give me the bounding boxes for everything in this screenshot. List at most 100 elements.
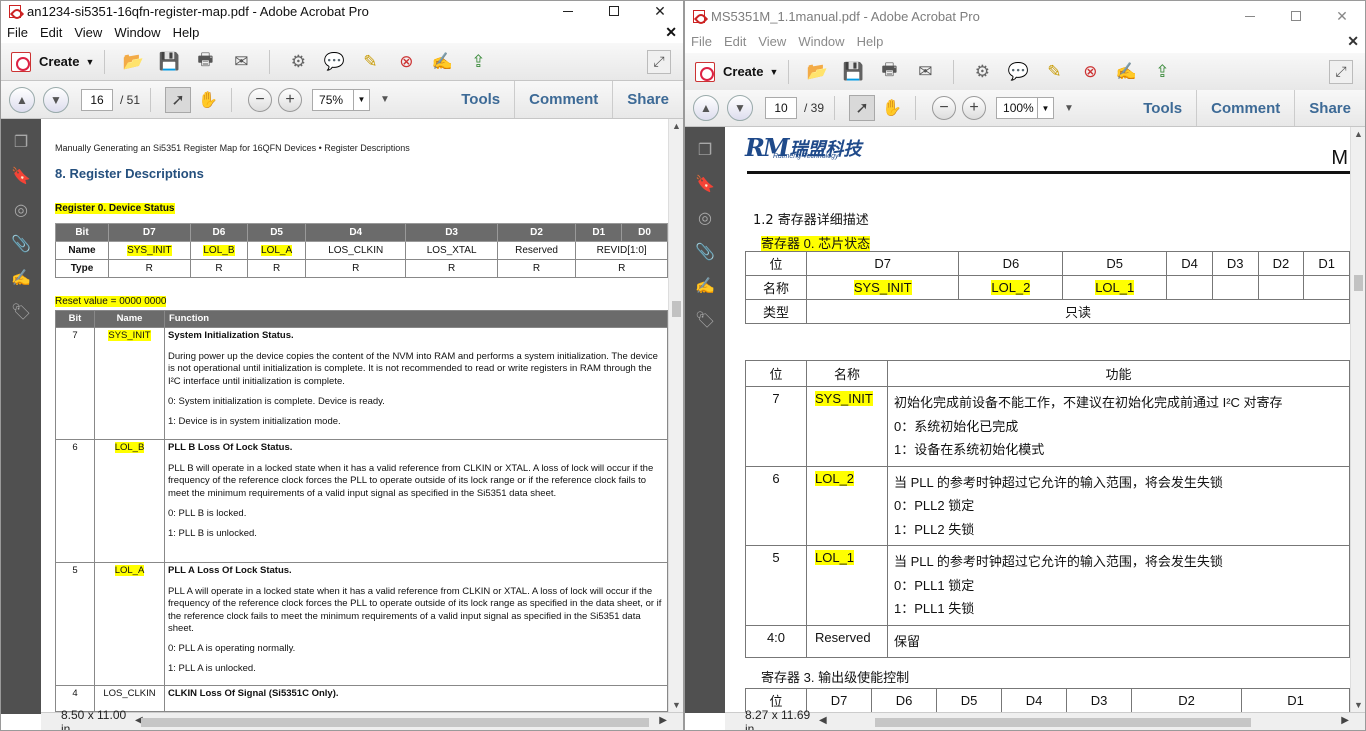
close-button[interactable]: ✕ (1319, 6, 1365, 26)
maximize-button[interactable] (1273, 6, 1319, 26)
open-folder-icon[interactable]: 📂 (121, 50, 145, 74)
hand-tool-icon[interactable]: ✋ (879, 95, 905, 121)
register-title: Register 0. Device Status (55, 203, 175, 214)
navigation-panel: ❐ 🔖 ◎ 📎 ✍ 🏷 (1, 119, 41, 714)
tag-icon[interactable]: 🏷 (10, 301, 32, 323)
export-icon[interactable]: ⇪ (1150, 60, 1174, 84)
email-icon[interactable]: ✉ (913, 60, 937, 84)
menu-view[interactable]: View (752, 34, 792, 49)
pages-icon[interactable]: ❐ (694, 139, 716, 161)
scroll-up-icon[interactable]: ▲ (1354, 129, 1363, 139)
highlight-icon[interactable]: ✎ (358, 50, 382, 74)
more-tools-icon[interactable]: ▼ (380, 94, 390, 105)
layers-icon[interactable]: ◎ (10, 199, 32, 221)
save-icon[interactable]: 💾 (157, 50, 181, 74)
zoom-select[interactable]: 100% ▼ (996, 97, 1055, 119)
share-link[interactable]: Share (612, 81, 683, 118)
bookmark-icon[interactable]: 🔖 (10, 165, 32, 187)
menu-edit[interactable]: Edit (718, 34, 752, 49)
close-button[interactable]: ✕ (637, 1, 683, 21)
select-tool-icon[interactable]: ➚ (165, 86, 192, 113)
signature-icon[interactable]: ✍ (10, 267, 32, 289)
scroll-thumb[interactable] (875, 717, 1251, 727)
tools-link[interactable]: Tools (1129, 90, 1196, 126)
zoom-in-icon[interactable]: + (962, 96, 987, 120)
document-view[interactable]: RM 瑞盟科技 Ruimeng Technology M 1.2 寄存器详细描述… (725, 127, 1350, 712)
more-tools-icon[interactable]: ▼ (1064, 103, 1074, 114)
scroll-thumb[interactable] (1354, 275, 1363, 291)
create-button[interactable]: Create ▼ (695, 61, 778, 82)
print-icon[interactable]: 🖶 (877, 60, 901, 84)
page-number-input[interactable]: 10 (765, 97, 797, 119)
open-folder-icon[interactable]: 📂 (805, 60, 829, 84)
menu-view[interactable]: View (68, 25, 108, 40)
comment-link[interactable]: Comment (1196, 90, 1294, 126)
horizontal-scrollbar[interactable]: ◀ ▶ (815, 715, 1351, 729)
maximize-button[interactable] (591, 1, 637, 21)
tools-link[interactable]: Tools (447, 81, 514, 118)
navigation-toolbar: ▲ ▼ 16 / 51 ➚ ✋ − + 75% ▼ ▼ Tools Comment… (1, 81, 683, 119)
zoom-out-icon[interactable]: − (248, 87, 273, 112)
highlight-icon[interactable]: ✎ (1042, 60, 1066, 84)
create-button[interactable]: Create ▼ (11, 51, 94, 72)
scroll-thumb[interactable] (672, 301, 681, 317)
previous-page-icon[interactable]: ▲ (693, 95, 719, 121)
vertical-scrollbar[interactable]: ▲ ▼ (1350, 127, 1365, 712)
delete-icon[interactable]: ⊗ (394, 50, 418, 74)
hand-tool-icon[interactable]: ✋ (195, 87, 221, 113)
print-icon[interactable]: 🖶 (193, 50, 217, 74)
comment-bubble-icon[interactable]: 💬 (322, 50, 346, 74)
tag-icon[interactable]: 🏷 (694, 309, 716, 331)
next-page-icon[interactable]: ▼ (727, 95, 753, 121)
layers-icon[interactable]: ◎ (694, 207, 716, 229)
previous-page-icon[interactable]: ▲ (9, 86, 35, 113)
close-document-icon[interactable]: ✕ (665, 24, 677, 41)
comment-bubble-icon[interactable]: 💬 (1006, 60, 1030, 84)
menu-file[interactable]: File (1, 25, 34, 40)
scroll-down-icon[interactable]: ▼ (1354, 700, 1363, 710)
settings-icon[interactable]: ⚙ (286, 50, 310, 74)
comment-link[interactable]: Comment (514, 81, 612, 118)
scroll-up-icon[interactable]: ▲ (672, 121, 681, 131)
pages-icon[interactable]: ❐ (10, 131, 32, 153)
zoom-select[interactable]: 75% ▼ (312, 88, 371, 111)
navigation-panel: ❐ 🔖 ◎ 📎 ✍ 🏷 (685, 127, 725, 713)
scroll-down-icon[interactable]: ▼ (672, 700, 681, 710)
edit-document-icon[interactable]: ✍ (430, 50, 454, 74)
page-number-input[interactable]: 16 (81, 88, 113, 111)
export-icon[interactable]: ⇪ (466, 50, 490, 74)
section-title: 1.2 寄存器详细描述 (753, 213, 869, 228)
scroll-thumb[interactable] (141, 717, 649, 727)
bookmark-icon[interactable]: 🔖 (694, 173, 716, 195)
share-link[interactable]: Share (1294, 90, 1365, 126)
minimize-button[interactable] (545, 1, 591, 21)
minimize-button[interactable] (1227, 6, 1273, 26)
settings-icon[interactable]: ⚙ (970, 60, 994, 84)
horizontal-scrollbar[interactable]: ◀ ▶ (131, 715, 669, 729)
zoom-out-icon[interactable]: − (932, 96, 957, 120)
menu-help[interactable]: Help (851, 34, 890, 49)
delete-icon[interactable]: ⊗ (1078, 60, 1102, 84)
expand-icon[interactable]: ⤢ (647, 49, 671, 74)
menu-window[interactable]: Window (792, 34, 850, 49)
scroll-right-icon[interactable]: ▶ (1341, 715, 1349, 726)
close-document-icon[interactable]: ✕ (1347, 33, 1359, 50)
zoom-in-icon[interactable]: + (278, 87, 303, 112)
attachment-icon[interactable]: 📎 (10, 233, 32, 255)
attachment-icon[interactable]: 📎 (694, 241, 716, 263)
menu-file[interactable]: File (685, 34, 718, 49)
scroll-left-icon[interactable]: ◀ (819, 715, 827, 726)
scroll-right-icon[interactable]: ▶ (659, 715, 667, 726)
menu-edit[interactable]: Edit (34, 25, 68, 40)
vertical-scrollbar[interactable]: ▲ ▼ (668, 119, 683, 712)
save-icon[interactable]: 💾 (841, 60, 865, 84)
next-page-icon[interactable]: ▼ (43, 86, 69, 113)
expand-icon[interactable]: ⤢ (1329, 59, 1353, 84)
select-tool-icon[interactable]: ➚ (849, 95, 876, 121)
signature-icon[interactable]: ✍ (694, 275, 716, 297)
edit-document-icon[interactable]: ✍ (1114, 60, 1138, 84)
menu-window[interactable]: Window (108, 25, 166, 40)
menu-help[interactable]: Help (167, 25, 206, 40)
email-icon[interactable]: ✉ (229, 50, 253, 74)
document-view[interactable]: Manually Generating an Si5351 Register M… (41, 119, 668, 712)
